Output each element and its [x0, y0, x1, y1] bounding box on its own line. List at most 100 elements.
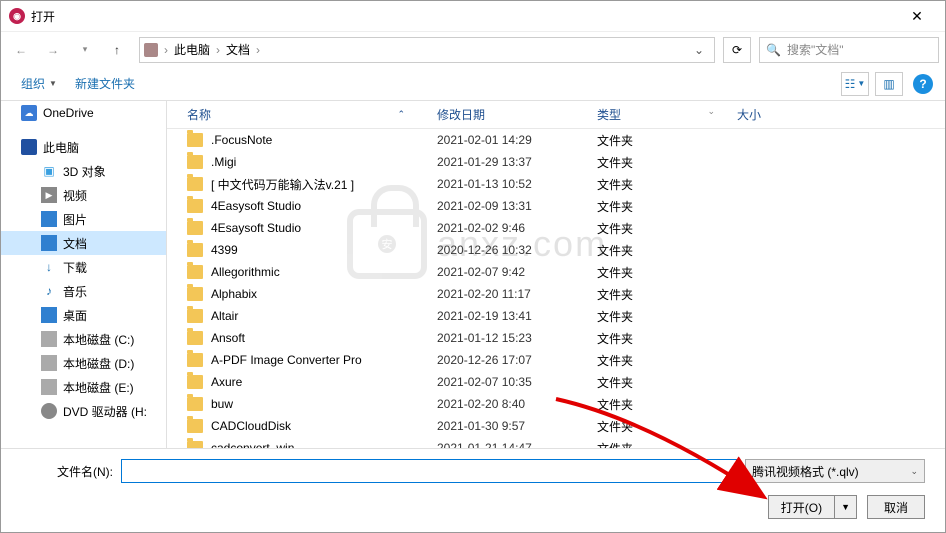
file-row[interactable]: .FocusNote2021-02-01 14:29文件夹 — [167, 129, 945, 151]
tree-disk-c[interactable]: 本地磁盘 (C:) — [1, 327, 166, 351]
folder-icon — [187, 287, 203, 301]
file-date: 2021-02-20 8:40 — [437, 397, 597, 411]
crumb-root[interactable]: 此电脑 — [170, 41, 214, 58]
file-type: 文件夹 — [597, 352, 727, 369]
crumb-folder[interactable]: 文档 — [222, 41, 254, 58]
file-date: 2020-12-26 10:32 — [437, 243, 597, 257]
help-icon[interactable]: ? — [913, 74, 933, 94]
file-name: 4Easysoft Studio — [211, 199, 437, 213]
filename-label: 文件名(N): — [21, 463, 121, 480]
file-type: 文件夹 — [597, 198, 727, 215]
download-icon: ↓ — [41, 259, 57, 275]
col-size[interactable]: 大小 — [725, 106, 805, 123]
new-folder-button[interactable]: 新建文件夹 — [67, 71, 143, 96]
chevron-down-icon: ⌄ — [910, 466, 918, 477]
tree-video[interactable]: ▶视频 — [1, 183, 166, 207]
search-icon: 🔍 — [766, 43, 781, 57]
music-icon: ♪ — [41, 283, 57, 299]
file-row[interactable]: [ 中文代码万能输入法v.21 ]2021-01-13 10:52文件夹 — [167, 173, 945, 195]
folder-icon — [187, 221, 203, 235]
tree-music[interactable]: ♪音乐 — [1, 279, 166, 303]
dvd-icon — [41, 403, 57, 419]
file-date: 2020-12-26 17:07 — [437, 353, 597, 367]
disk-icon — [41, 355, 57, 371]
file-date: 2021-02-07 9:42 — [437, 265, 597, 279]
file-type: 文件夹 — [597, 132, 727, 149]
disk-icon — [41, 331, 57, 347]
file-type: 文件夹 — [597, 154, 727, 171]
tree-downloads[interactable]: ↓下载 — [1, 255, 166, 279]
filename-input[interactable] — [121, 459, 737, 483]
file-name: buw — [211, 397, 437, 411]
nav-tree: ☁OneDrive 此电脑 ▣3D 对象 ▶视频 图片 文档 ↓下载 ♪音乐 桌… — [1, 101, 167, 448]
file-row[interactable]: Axure2021-02-07 10:35文件夹 — [167, 371, 945, 393]
file-date: 2021-01-21 14:47 — [437, 441, 597, 448]
file-type: 文件夹 — [597, 308, 727, 325]
cancel-button[interactable]: 取消 — [867, 495, 925, 519]
nav-bar: ← → ▾ ↑ › 此电脑 › 文档 › ⌄ ⟳ 🔍 搜索"文档" — [1, 31, 945, 67]
file-row[interactable]: Allegorithmic2021-02-07 9:42文件夹 — [167, 261, 945, 283]
up-button[interactable]: ↑ — [103, 37, 131, 63]
file-name: A-PDF Image Converter Pro — [211, 353, 437, 367]
video-icon: ▶ — [41, 187, 57, 203]
back-button[interactable]: ← — [7, 37, 35, 63]
file-row[interactable]: buw2021-02-20 8:40文件夹 — [167, 393, 945, 415]
file-row[interactable]: Altair2021-02-19 13:41文件夹 — [167, 305, 945, 327]
chevron-right-icon: › — [214, 43, 222, 57]
file-row[interactable]: cadconvert_win2021-01-21 14:47文件夹 — [167, 437, 945, 448]
tree-onedrive[interactable]: ☁OneDrive — [1, 101, 166, 125]
file-name: .FocusNote — [211, 133, 437, 147]
file-type: 文件夹 — [597, 264, 727, 281]
tree-pictures[interactable]: 图片 — [1, 207, 166, 231]
search-placeholder: 搜索"文档" — [787, 41, 844, 58]
app-icon: ◉ — [9, 8, 25, 24]
tree-3d[interactable]: ▣3D 对象 — [1, 159, 166, 183]
file-row[interactable]: CADCloudDisk2021-01-30 9:57文件夹 — [167, 415, 945, 437]
file-list[interactable]: 安 anxz.com .FocusNote2021-02-01 14:29文件夹… — [167, 129, 945, 448]
tree-disk-d[interactable]: 本地磁盘 (D:) — [1, 351, 166, 375]
col-type[interactable]: 类型⌄ — [585, 106, 725, 123]
file-date: 2021-01-29 13:37 — [437, 155, 597, 169]
col-date[interactable]: 修改日期 — [425, 106, 585, 123]
document-icon — [41, 235, 57, 251]
file-name: CADCloudDisk — [211, 419, 437, 433]
file-type: 文件夹 — [597, 220, 727, 237]
col-name[interactable]: 名称⌃ — [175, 106, 425, 123]
file-name: 4Esaysoft Studio — [211, 221, 437, 235]
tree-disk-e[interactable]: 本地磁盘 (E:) — [1, 375, 166, 399]
folder-icon — [187, 419, 203, 433]
file-row[interactable]: Alphabix2021-02-20 11:17文件夹 — [167, 283, 945, 305]
search-input[interactable]: 🔍 搜索"文档" — [759, 37, 939, 63]
folder-icon — [187, 375, 203, 389]
refresh-button[interactable]: ⟳ — [723, 37, 751, 63]
cloud-icon: ☁ — [21, 105, 37, 121]
column-headers: 名称⌃ 修改日期 类型⌄ 大小 — [167, 101, 945, 129]
open-button[interactable]: 打开(O)▼ — [768, 495, 857, 519]
preview-pane-button[interactable]: ▥ — [875, 72, 903, 96]
file-row[interactable]: 4Easysoft Studio2021-02-09 13:31文件夹 — [167, 195, 945, 217]
file-row[interactable]: .Migi2021-01-29 13:37文件夹 — [167, 151, 945, 173]
tree-documents[interactable]: 文档 — [1, 231, 166, 255]
file-name: 4399 — [211, 243, 437, 257]
recent-dropdown[interactable]: ▾ — [71, 37, 99, 63]
address-bar[interactable]: › 此电脑 › 文档 › ⌄ — [139, 37, 715, 63]
close-icon[interactable]: ✕ — [897, 8, 937, 25]
chevron-right-icon: › — [254, 43, 262, 57]
file-type: 文件夹 — [597, 418, 727, 435]
view-mode-button[interactable]: ☷ ▼ — [841, 72, 869, 96]
file-date: 2021-01-12 15:23 — [437, 331, 597, 345]
file-row[interactable]: 4Esaysoft Studio2021-02-02 9:46文件夹 — [167, 217, 945, 239]
folder-icon — [187, 133, 203, 147]
address-dropdown-icon[interactable]: ⌄ — [688, 43, 710, 57]
file-row[interactable]: A-PDF Image Converter Pro2020-12-26 17:0… — [167, 349, 945, 371]
tree-thispc[interactable]: 此电脑 — [1, 135, 166, 159]
folder-icon — [187, 441, 203, 448]
tree-dvd[interactable]: DVD 驱动器 (H: — [1, 399, 166, 423]
tree-desktop[interactable]: 桌面 — [1, 303, 166, 327]
file-row[interactable]: 43992020-12-26 10:32文件夹 — [167, 239, 945, 261]
file-row[interactable]: Ansoft2021-01-12 15:23文件夹 — [167, 327, 945, 349]
folder-icon — [187, 309, 203, 323]
organize-button[interactable]: 组织▼ — [13, 71, 65, 96]
file-date: 2021-01-30 9:57 — [437, 419, 597, 433]
file-filter-dropdown[interactable]: 腾讯视频格式 (*.qlv)⌄ — [745, 459, 925, 483]
